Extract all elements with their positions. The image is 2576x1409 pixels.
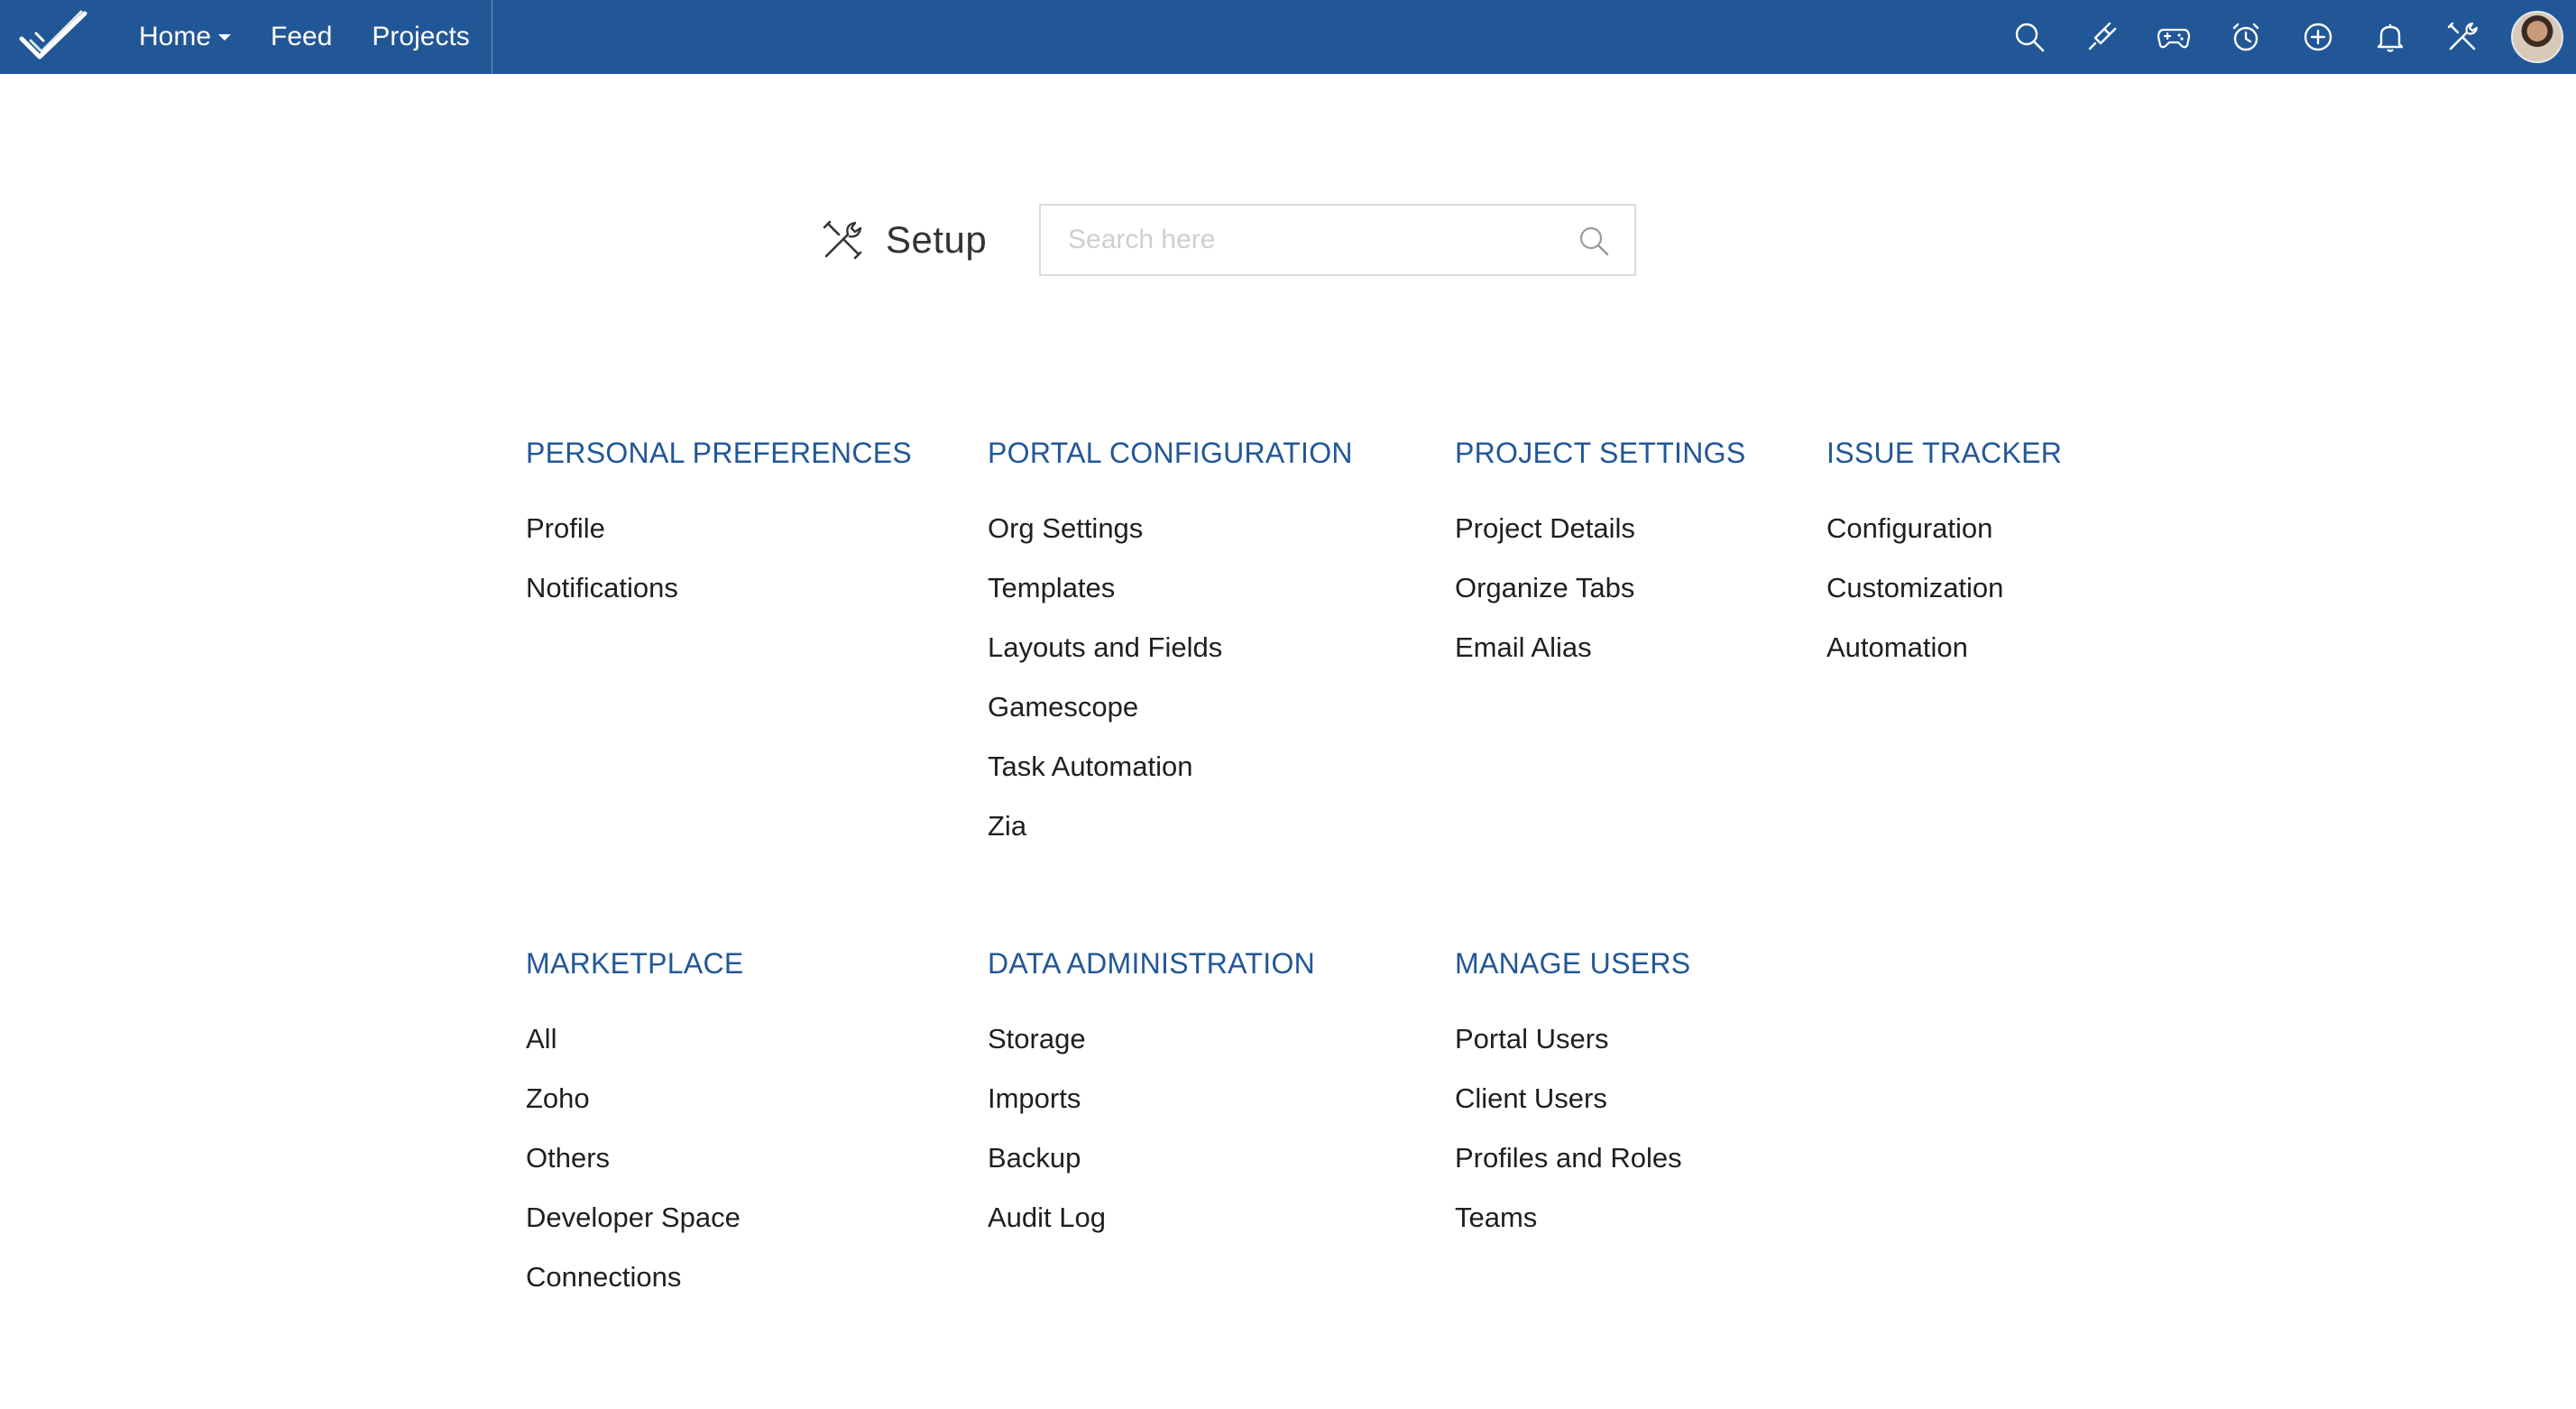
- link-portal-users[interactable]: Portal Users: [1455, 1021, 1690, 1081]
- topbar-actions: [1993, 0, 2576, 74]
- search-icon[interactable]: [1577, 224, 1611, 258]
- section-links: Project Details Organize Tabs Email Alia…: [1455, 511, 1745, 689]
- main-nav: Home Feed Projects: [108, 0, 492, 74]
- section-links: Storage Imports Backup Audit Log: [988, 1021, 1315, 1259]
- link-zia[interactable]: Zia: [988, 808, 1353, 868]
- link-gamescope[interactable]: Gamescope: [988, 689, 1353, 749]
- section-links: Org Settings Templates Layouts and Field…: [988, 511, 1353, 868]
- checkmark-logo-icon: [19, 10, 87, 60]
- section-links: Portal Users Client Users Profiles and R…: [1455, 1021, 1690, 1259]
- add-icon[interactable]: [2282, 0, 2354, 74]
- link-zoho[interactable]: Zoho: [526, 1081, 744, 1140]
- link-profile[interactable]: Profile: [526, 511, 912, 570]
- link-templates[interactable]: Templates: [988, 570, 1353, 630]
- nav-feed-label: Feed: [271, 22, 333, 51]
- link-task-automation[interactable]: Task Automation: [988, 749, 1353, 808]
- section-project-settings: PROJECT SETTINGS Project Details Organiz…: [1455, 437, 1745, 689]
- link-storage[interactable]: Storage: [988, 1021, 1315, 1081]
- nav-feed[interactable]: Feed: [271, 22, 332, 52]
- link-client-users[interactable]: Client Users: [1455, 1081, 1690, 1140]
- page-title: Setup: [886, 218, 988, 261]
- link-audit-log[interactable]: Audit Log: [988, 1200, 1315, 1259]
- tools-icon[interactable]: [2426, 0, 2498, 74]
- nav-home[interactable]: Home: [139, 22, 232, 52]
- user-avatar[interactable]: [2511, 11, 2563, 63]
- link-customization[interactable]: Customization: [1826, 570, 2062, 630]
- tools-icon: [823, 220, 862, 260]
- link-notifications[interactable]: Notifications: [526, 570, 912, 630]
- link-backup[interactable]: Backup: [988, 1140, 1315, 1200]
- section-issue-tracker: ISSUE TRACKER Configuration Customizatio…: [1826, 437, 2062, 689]
- section-title: MARKETPLACE: [526, 947, 744, 980]
- section-links: Configuration Customization Automation: [1826, 511, 2062, 689]
- link-configuration[interactable]: Configuration: [1826, 511, 2062, 570]
- bell-icon[interactable]: [2354, 0, 2426, 74]
- link-others[interactable]: Others: [526, 1140, 744, 1200]
- section-title: PERSONAL PREFERENCES: [526, 437, 913, 469]
- section-title: PORTAL CONFIGURATION: [988, 437, 1353, 469]
- search-input[interactable]: [1041, 208, 1546, 272]
- link-organize-tabs[interactable]: Organize Tabs: [1455, 570, 1745, 630]
- link-connections[interactable]: Connections: [526, 1259, 744, 1319]
- link-all[interactable]: All: [526, 1021, 744, 1081]
- link-imports[interactable]: Imports: [988, 1081, 1315, 1140]
- section-title: ISSUE TRACKER: [1826, 437, 2063, 469]
- section-manage-users: MANAGE USERS Portal Users Client Users P…: [1455, 947, 1690, 1259]
- link-project-details[interactable]: Project Details: [1455, 511, 1745, 570]
- link-profiles-and-roles[interactable]: Profiles and Roles: [1455, 1140, 1690, 1200]
- setup-header: Setup: [821, 204, 987, 276]
- search-icon[interactable]: [1993, 0, 2065, 74]
- section-title: MANAGE USERS: [1455, 947, 1691, 980]
- setup-search: [1039, 204, 1636, 276]
- top-navigation-bar: Home Feed Projects: [0, 0, 2576, 74]
- nav-projects-label: Projects: [372, 22, 470, 51]
- nav-projects[interactable]: Projects: [372, 22, 469, 52]
- section-links: Profile Notifications: [526, 511, 912, 630]
- app-logo[interactable]: [0, 0, 108, 74]
- plugin-icon[interactable]: [2065, 0, 2138, 74]
- gamepad-icon[interactable]: [2138, 0, 2210, 74]
- link-layouts-and-fields[interactable]: Layouts and Fields: [988, 630, 1353, 689]
- timer-icon[interactable]: [2210, 0, 2282, 74]
- link-teams[interactable]: Teams: [1455, 1200, 1690, 1259]
- link-developer-space[interactable]: Developer Space: [526, 1200, 744, 1259]
- section-data-administration: DATA ADMINISTRATION Storage Imports Back…: [988, 947, 1315, 1259]
- section-title: DATA ADMINISTRATION: [988, 947, 1316, 980]
- chevron-down-icon: [218, 33, 232, 41]
- link-org-settings[interactable]: Org Settings: [988, 511, 1353, 570]
- section-title: PROJECT SETTINGS: [1455, 437, 1746, 469]
- section-portal-configuration: PORTAL CONFIGURATION Org Settings Templa…: [988, 437, 1353, 868]
- nav-home-label: Home: [139, 22, 212, 51]
- section-links: All Zoho Others Developer Space Connecti…: [526, 1021, 744, 1319]
- section-personal-preferences: PERSONAL PREFERENCES Profile Notificatio…: [526, 437, 912, 630]
- section-marketplace: MARKETPLACE All Zoho Others Developer Sp…: [526, 947, 744, 1319]
- link-automation[interactable]: Automation: [1826, 630, 2062, 689]
- link-email-alias[interactable]: Email Alias: [1455, 630, 1745, 689]
